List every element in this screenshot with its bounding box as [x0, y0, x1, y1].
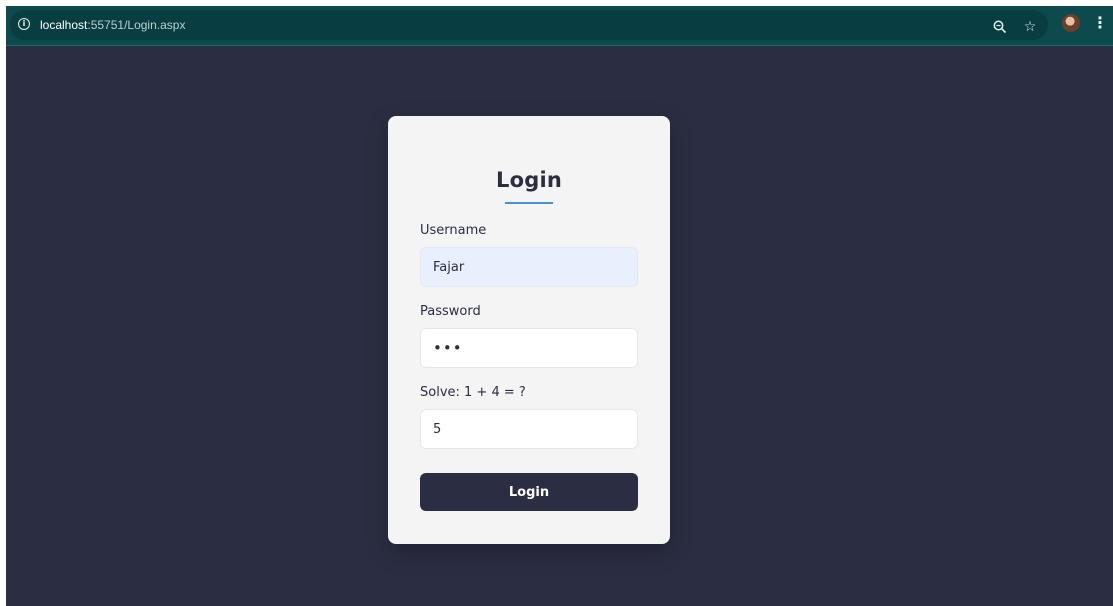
browser-toolbar: i localhost:55751/Login.aspx ☆ ⋮: [6, 6, 1113, 46]
kebab-menu-icon[interactable]: ⋮: [1092, 14, 1108, 32]
login-button[interactable]: Login: [420, 473, 638, 511]
address-bar[interactable]: i localhost:55751/Login.aspx ☆: [10, 10, 1048, 40]
password-label: Password: [420, 304, 481, 319]
star-icon[interactable]: ☆: [1022, 19, 1038, 35]
username-field[interactable]: [420, 247, 638, 287]
title-underline: [505, 202, 553, 204]
browser-window: i localhost:55751/Login.aspx ☆ ⋮ Login U…: [6, 6, 1113, 606]
login-card: Login Username Password Solve: 1 + 4 = ?…: [388, 116, 670, 544]
info-icon[interactable]: i: [18, 18, 30, 30]
captcha-field[interactable]: [420, 409, 638, 449]
username-label: Username: [420, 223, 487, 238]
zoom-icon[interactable]: [992, 19, 1008, 35]
avatar[interactable]: [1062, 14, 1080, 32]
password-field[interactable]: [420, 328, 638, 368]
url-text[interactable]: localhost:55751/Login.aspx: [40, 17, 185, 33]
captcha-label: Solve: 1 + 4 = ?: [420, 385, 526, 400]
url-path: :55751/Login.aspx: [87, 18, 186, 32]
page-title: Login: [496, 168, 562, 192]
url-host: localhost: [40, 18, 88, 32]
